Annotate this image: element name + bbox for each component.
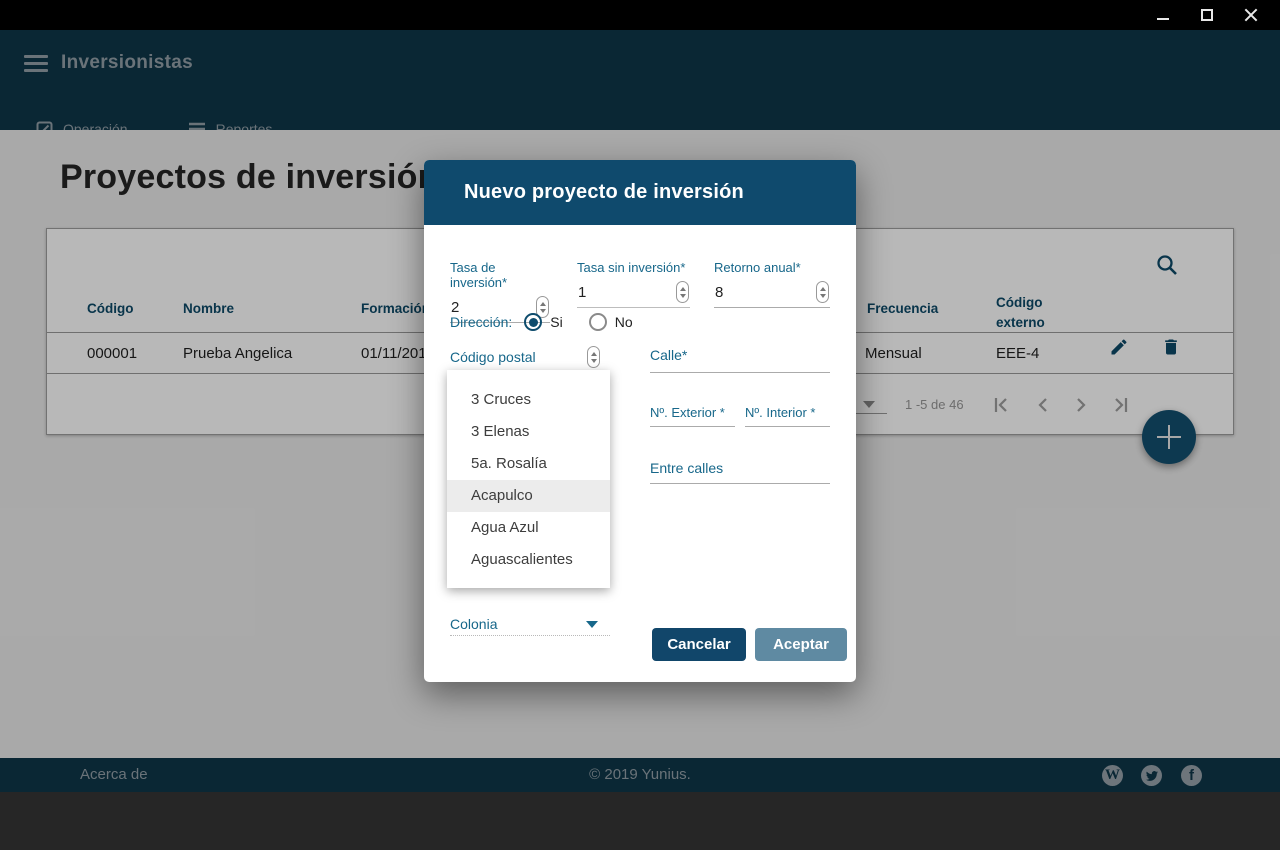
dropdown-option[interactable]: 5a. Rosalía	[447, 448, 610, 480]
screen: Inversionistas Operación Reportes Proyec…	[0, 0, 1280, 850]
colonia-dropdown-caret-icon[interactable]	[586, 621, 598, 628]
field-label: Colonia	[450, 616, 498, 632]
entre-calles-underline	[650, 483, 830, 484]
field-label: Tasa de inversión*	[450, 260, 508, 290]
minimize-icon[interactable]	[1156, 8, 1170, 22]
dropdown-option[interactable]: Aguascalientes	[447, 544, 610, 576]
field-label: Entre calles	[650, 460, 724, 476]
field-tasa-sin-inversion: Tasa sin inversión* 1	[577, 260, 690, 308]
close-icon[interactable]	[1244, 8, 1258, 22]
field-num-exterior[interactable]: Nº. Exterior *	[650, 404, 725, 422]
spinner-icon[interactable]	[587, 346, 600, 368]
accept-button[interactable]: Aceptar	[755, 628, 847, 661]
codigo-postal-dropdown: 3 Cruces 3 Elenas 5a. Rosalía Acapulco A…	[447, 370, 610, 588]
field-calle[interactable]: Calle*	[650, 347, 830, 365]
maximize-icon[interactable]	[1200, 8, 1214, 22]
field-direccion: Dirección: Si No	[450, 313, 633, 331]
radio-no-label: No	[614, 314, 633, 330]
spinner-icon[interactable]	[816, 281, 829, 303]
number-input[interactable]: 1	[577, 278, 690, 308]
field-label: Tasa sin inversión*	[577, 260, 686, 275]
num-exterior-underline	[650, 426, 735, 427]
radio-si[interactable]	[524, 313, 543, 331]
field-label: Retorno anual*	[714, 260, 801, 275]
cancel-button[interactable]: Cancelar	[652, 628, 746, 661]
radio-si-label: Si	[550, 314, 563, 330]
field-colonia[interactable]: Colonia	[450, 616, 497, 634]
field-value: 8	[715, 283, 724, 301]
modal-title: Nuevo proyecto de inversión	[464, 181, 744, 203]
num-interior-underline	[745, 426, 830, 427]
field-label: Nº. Interior *	[745, 405, 816, 420]
field-entre-calles[interactable]: Entre calles	[650, 460, 723, 478]
colonia-underline	[450, 635, 610, 636]
spinner-icon[interactable]	[676, 281, 689, 303]
taskbar: G 12:32 PM	[0, 792, 1280, 850]
extra-field-underline	[577, 307, 690, 308]
number-input[interactable]: 8	[714, 278, 830, 308]
field-value: 1	[578, 283, 587, 301]
field-codigo-postal[interactable]: Código postal	[450, 346, 600, 368]
dropdown-option[interactable]: 3 Elenas	[447, 416, 610, 448]
window-titlebar	[0, 0, 1280, 30]
dropdown-option[interactable]: Agua Azul	[447, 512, 610, 544]
field-label: Código postal	[450, 349, 536, 365]
dropdown-option-highlighted[interactable]: Acapulco	[447, 480, 610, 512]
calle-underline	[650, 372, 830, 373]
dropdown-option[interactable]: 3 Cruces	[447, 384, 610, 416]
modal-header: Nuevo proyecto de inversión	[424, 160, 856, 225]
field-num-interior[interactable]: Nº. Interior *	[745, 404, 816, 422]
field-retorno-anual: Retorno anual* 8	[714, 260, 830, 308]
field-label: Calle*	[650, 347, 688, 363]
field-label: Dirección:	[450, 314, 513, 330]
radio-no[interactable]	[588, 313, 607, 331]
field-label: Nº. Exterior *	[650, 405, 725, 420]
